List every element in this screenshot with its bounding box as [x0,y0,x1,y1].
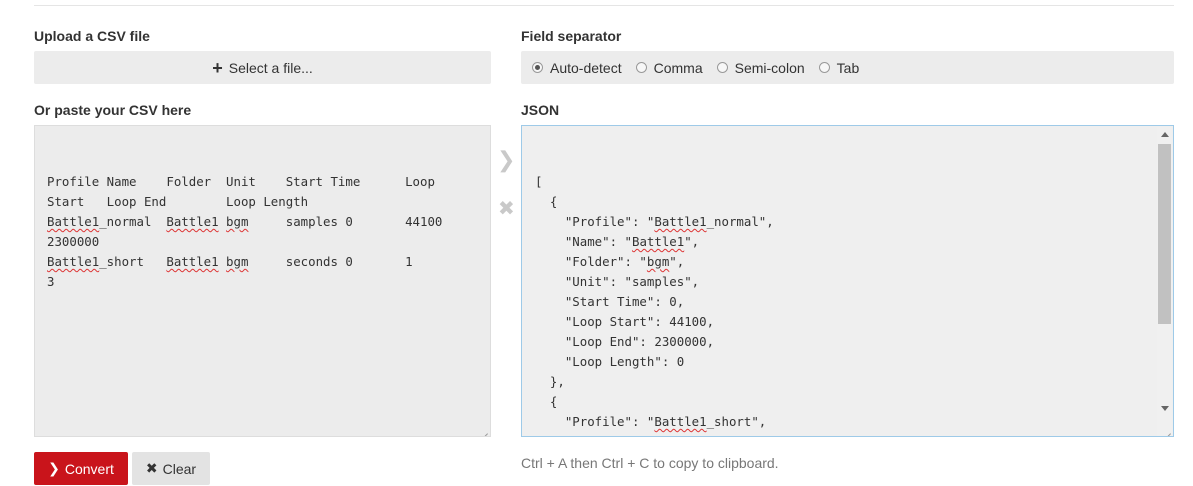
radio-circle[interactable] [818,62,830,73]
top-divider [34,5,1174,6]
radio-auto-detect[interactable]: Auto-detect [532,60,622,76]
scroll-thumb[interactable] [1158,144,1171,324]
csv-line: 2300000 [47,234,100,249]
radio-label: Semi-colon [734,59,805,76]
radio-circle[interactable] [716,62,728,73]
radio-label: Auto-detect [550,59,622,76]
csv-line: Start Loop End Loop Length [47,194,309,209]
csv-input[interactable]: Profile Name Folder Unit Start Time Loop… [34,125,491,437]
radio-tab[interactable]: Tab [818,59,860,76]
radio-circle[interactable] [532,62,543,73]
close-icon: ✖ [145,460,158,476]
json-line: "Loop Start": 44100, [535,314,715,329]
json-line: { [535,194,558,209]
chevron-right-icon[interactable]: ❯ [497,147,515,173]
json-line: "Loop Length": 0 [535,354,685,369]
csv-label: Or paste your CSV here [34,102,192,118]
json-line: "Unit": "samples", [535,274,700,289]
resize-handle[interactable] [480,426,488,434]
radio-comma[interactable]: Comma [635,59,703,76]
radio-label: Comma [653,59,703,76]
scrollbar[interactable] [1157,127,1172,436]
json-line: "Start Time": 0, [535,294,685,309]
clear-label: Clear [162,460,197,477]
json-line: "Profile": "Battle1_short", [535,414,767,429]
scroll-up-arrow[interactable] [1161,132,1169,137]
json-line: "Name": "Battle1", [535,432,1173,436]
clear-button[interactable]: ✖ Clear [132,452,210,485]
csv-line: 3 [47,274,55,289]
json-label: JSON [521,102,560,118]
json-line: "Name": "Battle1", [535,234,700,249]
convert-label: Convert [64,460,114,477]
plus-icon: + [212,57,223,78]
json-output[interactable]: [ { "Profile": "Battle1_normal", "Name":… [521,125,1174,437]
copy-hint: Ctrl + A then Ctrl + C to copy to clipbo… [521,455,779,471]
chevron-right-icon: ❯ [48,460,60,476]
csv-line: Battle1_short Battle1 bgm seconds 0 1 [47,254,413,269]
json-line: { [535,394,558,409]
separator-options: Auto-detect Comma Semi-colon Tab [521,51,1174,84]
resize-handle[interactable] [1163,426,1171,434]
close-icon[interactable]: ✖ [498,196,515,221]
json-line: "Profile": "Battle1_normal", [535,214,774,229]
upload-label: Upload a CSV file [34,28,150,44]
json-line: "Folder": "bgm", [535,254,685,269]
json-line: [ [535,174,543,189]
radio-semicolon[interactable]: Semi-colon [716,59,805,76]
csv-line: Profile Name Folder Unit Start Time Loop [47,174,435,189]
radio-circle[interactable] [635,62,647,73]
csv-line: Battle1_normal Battle1 bgm samples 0 441… [47,214,443,229]
select-file-button[interactable]: + Select a file... [34,51,491,84]
separator-label: Field separator [521,28,622,44]
select-file-label: Select a file... [228,59,313,76]
scroll-down-arrow[interactable] [1161,406,1169,411]
json-line: }, [535,374,565,389]
radio-label: Tab [836,59,860,76]
convert-button[interactable]: ❯ Convert [34,452,128,485]
json-line: "Loop End": 2300000, [535,334,715,349]
